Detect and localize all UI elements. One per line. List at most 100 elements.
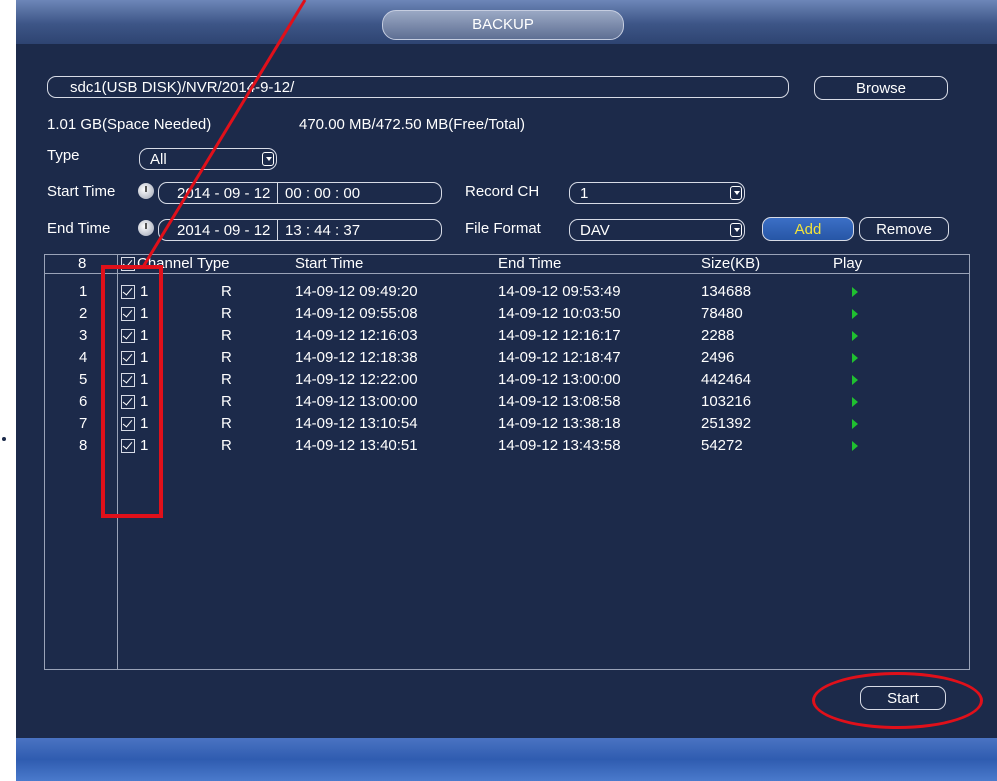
start-time-cell: 14-09-12 09:49:20: [295, 283, 418, 300]
table-row[interactable]: 3 1 R 14-09-12 12:16:03 14-09-12 12:16:17 228…: [45, 325, 969, 347]
end-time-label: End Time: [47, 220, 111, 237]
browse-button[interactable]: Browse: [814, 76, 948, 100]
type-cell: R: [221, 371, 232, 388]
start-time-cell: 14-09-12 13:00:00: [295, 393, 418, 410]
start-time-value: 00 : 00 : 00: [285, 185, 361, 202]
size-cell: 103216: [701, 393, 752, 410]
row-number: 1: [79, 283, 88, 300]
type-cell: R: [221, 415, 232, 432]
start-time-label: Start Time: [47, 183, 116, 200]
end-time-cell: 14-09-12 13:38:18: [498, 415, 621, 432]
backup-dialog: BACKUP sdc1(USB DISK)/NVR/2014-9-12/ Bro…: [16, 0, 997, 781]
end-time-header: End Time: [498, 255, 562, 272]
end-time-cell: 14-09-12 13:08:58: [498, 393, 621, 410]
play-icon[interactable]: [852, 353, 858, 363]
type-cell: R: [221, 283, 232, 300]
add-button[interactable]: Add: [762, 217, 854, 241]
backup-path-field[interactable]: sdc1(USB DISK)/NVR/2014-9-12/: [47, 76, 789, 98]
record-ch-label: Record CH: [465, 183, 540, 200]
start-time-cell: 14-09-12 13:40:51: [295, 437, 418, 454]
table-row[interactable]: 6 1 R 14-09-12 13:00:00 14-09-12 13:08:58 103…: [45, 391, 969, 413]
table-row[interactable]: 2 1 R 14-09-12 09:55:08 14-09-12 10:03:50 784…: [45, 303, 969, 325]
type-dropdown[interactable]: All: [139, 148, 277, 170]
row-number: 3: [79, 327, 88, 344]
clock-icon: [138, 183, 154, 199]
end-time-cell: 14-09-12 13:43:58: [498, 437, 621, 454]
row-number: 4: [79, 349, 88, 366]
type-cell: R: [221, 393, 232, 410]
type-cell: R: [221, 305, 232, 322]
checkbox-column-highlight: [101, 265, 163, 518]
play-icon[interactable]: [852, 441, 858, 451]
dialog-title: BACKUP: [382, 10, 624, 40]
field-divider: [277, 220, 278, 240]
size-header: Size(KB): [701, 255, 761, 272]
start-time-header: Start Time: [295, 255, 364, 272]
file-format-value: DAV: [580, 222, 610, 239]
free-total-text: 470.00 MB/472.50 MB(Free/Total): [299, 116, 525, 133]
end-time-cell: 14-09-12 12:16:17: [498, 327, 621, 344]
size-cell: 2288: [701, 327, 735, 344]
file-format-label: File Format: [465, 220, 541, 237]
end-time-cell: 14-09-12 10:03:50: [498, 305, 621, 322]
row-count-header: 8: [78, 255, 87, 272]
end-time-cell: 14-09-12 13:00:00: [498, 371, 621, 388]
play-icon[interactable]: [852, 375, 858, 385]
end-date-value: 2014 - 09 - 12: [177, 222, 271, 239]
backup-path-value: sdc1(USB DISK)/NVR/2014-9-12/: [70, 79, 295, 96]
table-row[interactable]: 7 1 R 14-09-12 13:10:54 14-09-12 13:38:18 251…: [45, 413, 969, 435]
size-cell: 2496: [701, 349, 735, 366]
size-cell: 78480: [701, 305, 743, 322]
type-value: All: [150, 151, 167, 168]
record-ch-dropdown[interactable]: 1: [569, 182, 745, 204]
play-icon[interactable]: [852, 287, 858, 297]
remove-button[interactable]: Remove: [859, 217, 949, 241]
play-icon[interactable]: [852, 331, 858, 341]
space-needed-text: 1.01 GB(Space Needed): [47, 116, 212, 133]
end-time-cell: 14-09-12 12:18:47: [498, 349, 621, 366]
end-datetime-field[interactable]: 2014 - 09 - 12 13 : 44 : 37: [158, 219, 442, 241]
row-number: 7: [79, 415, 88, 432]
row-number: 2: [79, 305, 88, 322]
table-row[interactable]: 5 1 R 14-09-12 12:22:00 14-09-12 13:00:00 442…: [45, 369, 969, 391]
record-ch-value: 1: [580, 185, 589, 202]
play-icon[interactable]: [852, 419, 858, 429]
table-header: 8 Channel Type Start Time End Time Size(…: [45, 255, 969, 274]
play-icon[interactable]: [852, 397, 858, 407]
size-cell: 442464: [701, 371, 752, 388]
table-row[interactable]: 4 1 R 14-09-12 12:18:38 14-09-12 12:18:47 249…: [45, 347, 969, 369]
row-number: 5: [79, 371, 88, 388]
size-cell: 54272: [701, 437, 743, 454]
chevron-down-icon: [730, 223, 742, 237]
row-number: 6: [79, 393, 88, 410]
backup-file-table: 8 Channel Type Start Time End Time Size(…: [44, 254, 970, 670]
start-time-cell: 14-09-12 12:16:03: [295, 327, 418, 344]
end-time-cell: 14-09-12 09:53:49: [498, 283, 621, 300]
edge-dot: [2, 437, 6, 441]
title-bar: BACKUP: [16, 0, 997, 44]
bottom-bar: [16, 738, 997, 781]
type-header: Type: [197, 255, 230, 272]
type-cell: R: [221, 349, 232, 366]
table-row[interactable]: 8 1 R 14-09-12 13:40:51 14-09-12 13:43:58 542…: [45, 435, 969, 457]
start-time-cell: 14-09-12 12:18:38: [295, 349, 418, 366]
play-icon[interactable]: [852, 309, 858, 319]
file-format-dropdown[interactable]: DAV: [569, 219, 745, 241]
start-time-cell: 14-09-12 12:22:00: [295, 371, 418, 388]
start-time-cell: 14-09-12 13:10:54: [295, 415, 418, 432]
type-label: Type: [47, 147, 80, 164]
start-date-value: 2014 - 09 - 12: [177, 185, 271, 202]
play-header: Play: [833, 255, 863, 272]
clock-icon: [138, 220, 154, 236]
start-button-highlight: [812, 672, 983, 729]
size-cell: 134688: [701, 283, 752, 300]
start-time-cell: 14-09-12 09:55:08: [295, 305, 418, 322]
end-time-value: 13 : 44 : 37: [285, 222, 361, 239]
chevron-down-icon: [730, 186, 742, 200]
start-datetime-field[interactable]: 2014 - 09 - 12 00 : 00 : 00: [158, 182, 442, 204]
table-row[interactable]: 1 1 R 14-09-12 09:49:20 14-09-12 09:53:49 134…: [45, 281, 969, 303]
row-number: 8: [79, 437, 88, 454]
chevron-down-icon: [262, 152, 274, 166]
field-divider: [277, 183, 278, 203]
type-cell: R: [221, 327, 232, 344]
